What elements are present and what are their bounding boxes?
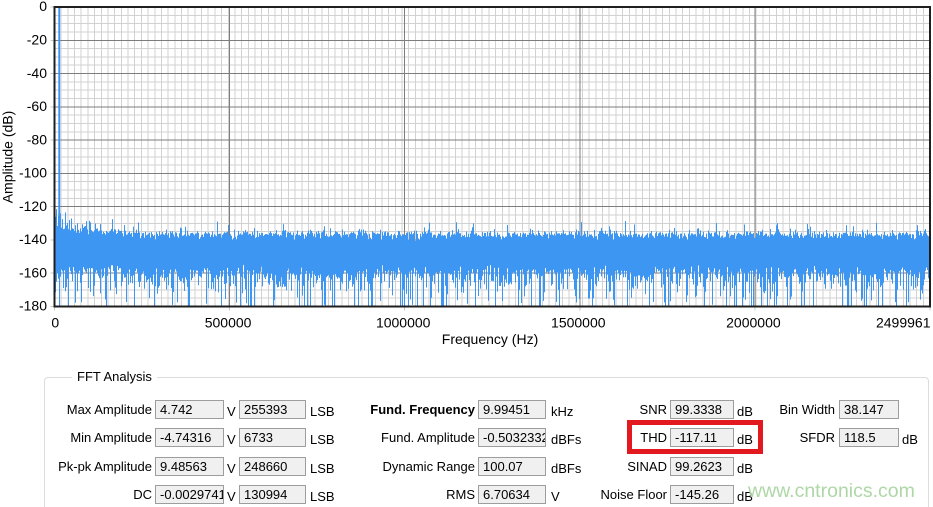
- svg-text:Frequency (Hz): Frequency (Hz): [442, 331, 538, 347]
- svg-text:-120: -120: [19, 198, 47, 214]
- svg-text:0: 0: [39, 0, 47, 14]
- svg-text:-180: -180: [19, 298, 47, 314]
- svg-text:2000000: 2000000: [726, 315, 781, 331]
- svg-text:2499961: 2499961: [876, 315, 931, 331]
- svg-text:-20: -20: [27, 32, 47, 48]
- svg-text:-40: -40: [27, 65, 47, 81]
- svg-text:1500000: 1500000: [551, 315, 606, 331]
- svg-text:-80: -80: [27, 131, 47, 147]
- svg-text:1000000: 1000000: [376, 315, 431, 331]
- svg-text:-140: -140: [19, 231, 47, 247]
- svg-text:500000: 500000: [205, 315, 252, 331]
- svg-text:-160: -160: [19, 264, 47, 280]
- svg-text:Amplitude (dB): Amplitude (dB): [0, 111, 16, 204]
- svg-text:-60: -60: [27, 98, 47, 114]
- svg-text:0: 0: [51, 315, 59, 331]
- svg-text:-100: -100: [19, 165, 47, 181]
